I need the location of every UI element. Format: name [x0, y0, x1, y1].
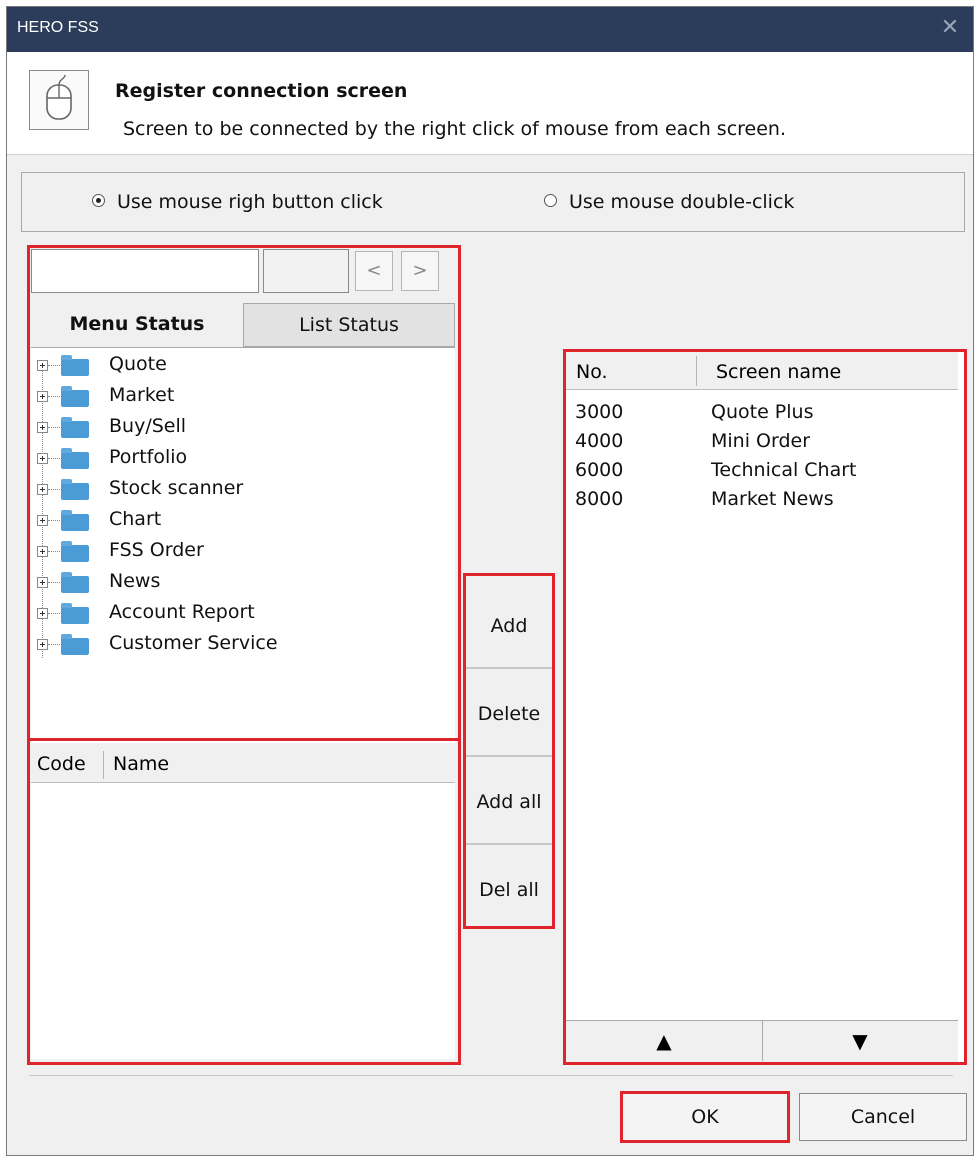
radio-selected-icon[interactable]: [92, 194, 105, 207]
highlight-menu-tree: [27, 245, 461, 741]
dialog-window: HERO FSS ✕ Register connection screen Sc…: [6, 6, 974, 1156]
footer-divider: [29, 1075, 953, 1076]
ok-button[interactable]: OK: [620, 1091, 790, 1143]
close-icon[interactable]: ✕: [935, 13, 965, 43]
title-bar[interactable]: HERO FSS ✕: [7, 7, 973, 52]
highlight-action-buttons: [463, 573, 555, 929]
right-click-radio[interactable]: Use mouse righ button click: [92, 191, 383, 213]
mouse-icon-graphic: [46, 74, 72, 120]
right-click-label: Use mouse righ button click: [117, 191, 383, 213]
dialog-header: Register connection screen Screen to be …: [7, 52, 973, 155]
cancel-button[interactable]: Cancel: [799, 1093, 967, 1141]
mouse-icon: [29, 70, 89, 130]
radio-unselected-icon[interactable]: [544, 194, 557, 207]
double-click-label: Use mouse double-click: [569, 191, 795, 213]
header-title: Register connection screen: [115, 80, 408, 102]
highlight-registered-list: [563, 349, 967, 1065]
header-subtitle: Screen to be connected by the right clic…: [123, 118, 787, 140]
highlight-code-list: [27, 738, 461, 1065]
window-title: HERO FSS: [17, 19, 99, 36]
double-click-radio[interactable]: Use mouse double-click: [544, 191, 794, 213]
click-mode-group: Use mouse righ button click Use mouse do…: [21, 172, 965, 232]
